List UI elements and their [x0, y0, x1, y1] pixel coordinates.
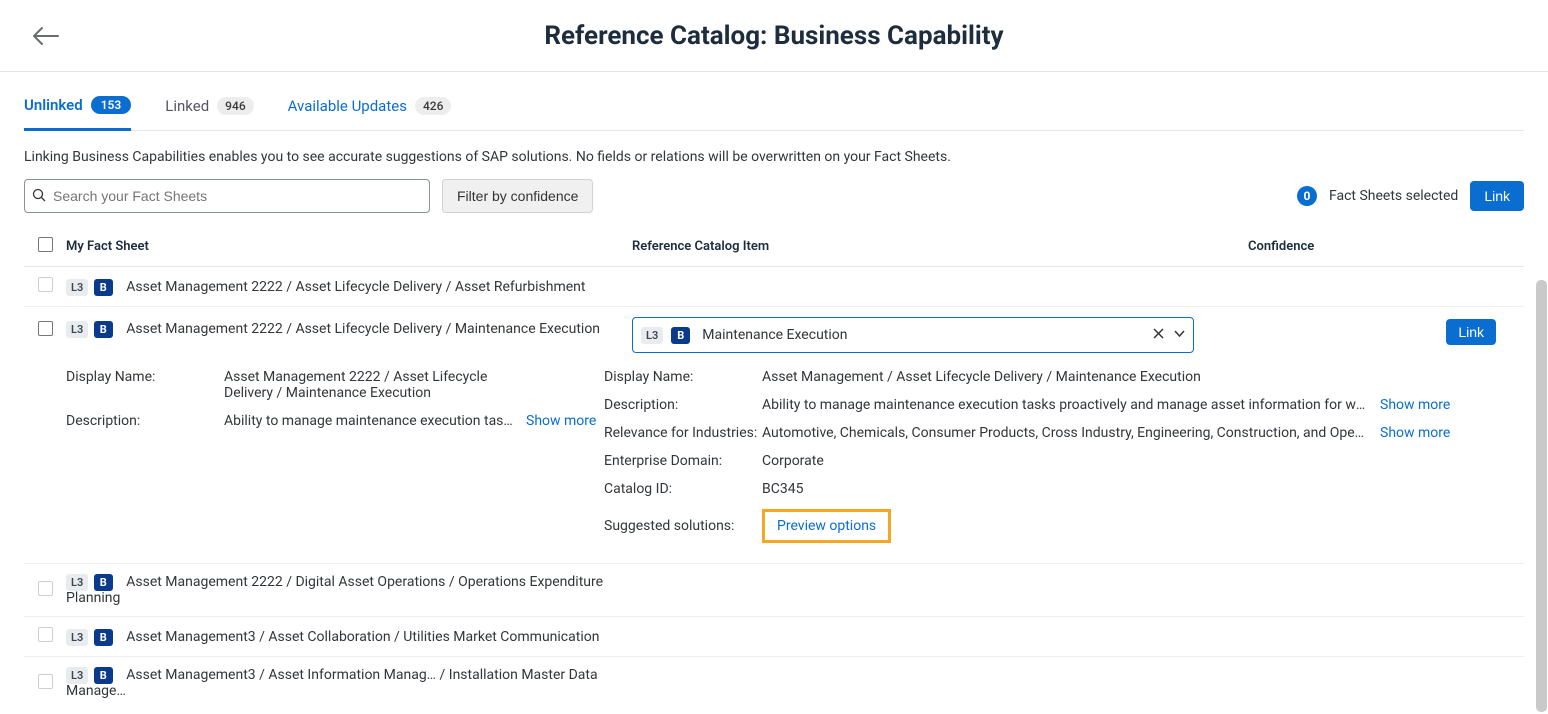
suggested-key: Suggested solutions:: [604, 518, 762, 534]
toolbar: Filter by confidence 0 Fact Sheets selec…: [24, 179, 1524, 213]
description-key: Description:: [604, 397, 762, 413]
fact-sheet-name: Asset Management 2222 / Asset Lifecycle …: [126, 279, 585, 295]
reference-select-value: Maintenance Execution: [702, 327, 847, 343]
page-title: Reference Catalog: Business Capability: [24, 21, 1524, 51]
search-input[interactable]: [24, 179, 430, 213]
tab-linked[interactable]: Linked 946: [165, 96, 253, 130]
description-value: Ability to manage maintenance execution …: [762, 397, 1368, 413]
fact-sheet-name: Asset Management 2222 / Asset Lifecycle …: [126, 321, 600, 337]
relevance-key: Relevance for Industries:: [604, 425, 762, 441]
fact-sheet-name: Asset Management 2222 / Digital Asset Op…: [66, 574, 603, 606]
level-badge: L3: [66, 667, 88, 684]
link-row-button[interactable]: Link: [1446, 319, 1496, 345]
relevance-value: Automotive, Chemicals, Consumer Products…: [762, 425, 1368, 441]
domain-value: Corporate: [762, 453, 1510, 469]
level-badge: L3: [66, 574, 88, 591]
table-row[interactable]: L3 B Asset Management 2222 / Asset Lifec…: [24, 267, 1524, 307]
preview-highlight: Preview options: [762, 509, 891, 543]
help-text: Linking Business Capabilities enables yo…: [24, 131, 1524, 179]
filter-button[interactable]: Filter by confidence: [442, 179, 593, 213]
display-name-key: Display Name:: [66, 369, 224, 385]
tab-unlinked[interactable]: Unlinked 153: [24, 96, 131, 131]
fact-sheet-name: Asset Management3 / Asset Collaboration …: [126, 629, 599, 645]
reference-select[interactable]: L3 B Maintenance Execution: [632, 317, 1194, 353]
type-badge: B: [671, 327, 690, 344]
table-header: My Fact Sheet Reference Catalog Item Con…: [24, 227, 1524, 267]
selected-label: Fact Sheets selected: [1329, 188, 1458, 204]
row-checkbox[interactable]: [38, 627, 53, 642]
tab-updates-label: Available Updates: [288, 97, 407, 115]
level-badge: L3: [66, 321, 88, 338]
expanded-row: L3 B Asset Management 2222 / Asset Lifec…: [24, 307, 1524, 564]
tab-updates[interactable]: Available Updates 426: [288, 96, 452, 130]
level-badge: L3: [641, 327, 663, 344]
search-icon: [32, 188, 46, 206]
page-header: Reference Catalog: Business Capability: [0, 0, 1548, 72]
search-wrapper: [24, 179, 430, 213]
tab-unlinked-count: 153: [91, 96, 132, 114]
table-row[interactable]: L3 B Asset Management3 / Asset Informati…: [24, 657, 1524, 709]
selected-count-badge: 0: [1297, 186, 1317, 206]
description-value: Ability to manage maintenance execution …: [224, 413, 514, 429]
type-badge: B: [94, 574, 113, 591]
level-badge: L3: [66, 629, 88, 646]
display-name-value: Asset Management 2222 / Asset Lifecycle …: [224, 369, 534, 401]
preview-options-link[interactable]: Preview options: [777, 518, 876, 534]
domain-key: Enterprise Domain:: [604, 453, 762, 469]
type-badge: B: [94, 321, 113, 338]
level-badge: L3: [66, 279, 88, 296]
table-row[interactable]: L3 B Asset Management 2222 / Digital Ass…: [24, 564, 1524, 617]
tab-updates-count: 426: [415, 97, 451, 115]
col-my-fact-sheet: My Fact Sheet: [66, 239, 632, 254]
scrollbar[interactable]: [1536, 280, 1547, 712]
type-badge: B: [94, 629, 113, 646]
col-confidence: Confidence: [1248, 239, 1418, 254]
table-row[interactable]: L3 B Asset Management3 / Asset Collabora…: [24, 617, 1524, 657]
tab-unlinked-label: Unlinked: [24, 96, 83, 114]
display-name-key: Display Name:: [604, 369, 762, 385]
chevron-down-icon[interactable]: [1174, 327, 1185, 343]
tab-linked-label: Linked: [165, 97, 209, 115]
show-more-link[interactable]: Show more: [1380, 397, 1450, 413]
type-badge: B: [94, 279, 113, 296]
catalog-id-value: BC345: [762, 481, 1510, 497]
clear-icon[interactable]: [1153, 327, 1164, 343]
row-checkbox[interactable]: [38, 321, 53, 336]
fact-sheet-name: Asset Management3 / Asset Information Ma…: [66, 667, 598, 699]
select-all-checkbox[interactable]: [38, 237, 53, 252]
show-more-link[interactable]: Show more: [1380, 425, 1450, 441]
type-badge: B: [94, 667, 113, 684]
description-key: Description:: [66, 413, 224, 429]
col-reference: Reference Catalog Item: [632, 239, 1248, 254]
link-button[interactable]: Link: [1470, 181, 1524, 211]
catalog-id-key: Catalog ID:: [604, 481, 762, 497]
display-name-value: Asset Management / Asset Lifecycle Deliv…: [762, 369, 1510, 385]
row-checkbox[interactable]: [38, 674, 53, 689]
row-checkbox[interactable]: [38, 277, 53, 292]
tabs: Unlinked 153 Linked 946 Available Update…: [24, 72, 1524, 131]
tab-linked-count: 946: [217, 97, 253, 115]
back-arrow-icon[interactable]: [32, 26, 60, 50]
row-checkbox[interactable]: [38, 581, 53, 596]
show-more-link[interactable]: Show more: [526, 413, 596, 429]
